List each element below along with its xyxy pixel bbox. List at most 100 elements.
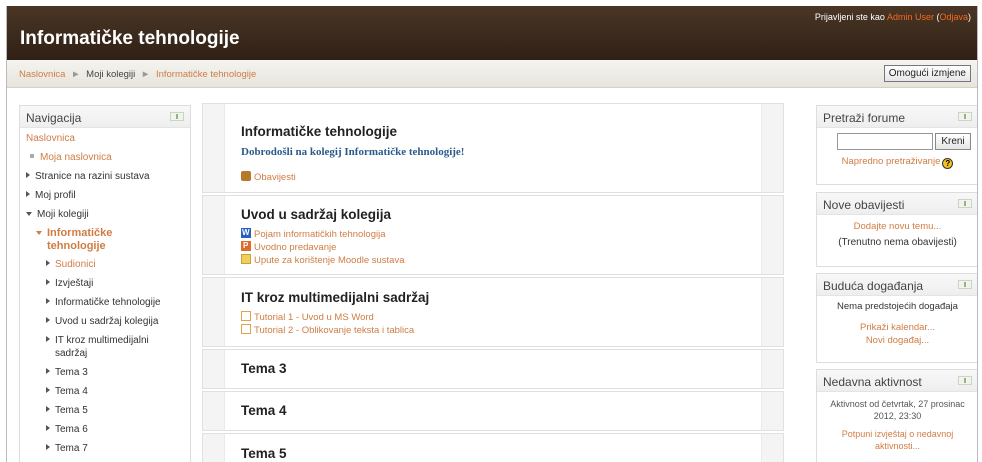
- forum-icon: [241, 171, 251, 181]
- search-forums-title: Pretraži forume: [823, 111, 906, 125]
- nav-item-my-profile[interactable]: Moj profil: [26, 189, 188, 202]
- advanced-search-link[interactable]: Napredno pretraživanje?: [817, 156, 977, 169]
- nav-item-section-5[interactable]: Tema 5: [26, 404, 188, 417]
- recent-activity-header: Nedavna aktivnost: [817, 370, 977, 392]
- upcoming-events-header: Buduća događanja: [817, 274, 977, 296]
- section-title: IT kroz multimedijalni sadržaj: [241, 290, 430, 305]
- section-title: Tema 4: [241, 403, 287, 418]
- section-left-side: [203, 392, 225, 430]
- section-right-side: [761, 196, 783, 274]
- navigation-tree: Naslovnica Moja naslovnica Stranice na r…: [26, 132, 188, 461]
- add-news-topic-link[interactable]: Dodajte novu temu...: [817, 221, 977, 233]
- section-left-side: [203, 350, 225, 388]
- activity-link[interactable]: Tutorial 1 - Uvod u MS Word: [241, 311, 374, 323]
- breadcrumb-course[interactable]: Informatičke tehnologije: [156, 69, 256, 80]
- section-title: Tema 3: [241, 361, 287, 376]
- collapsed-arrow-icon: [46, 317, 50, 323]
- nav-item-label: Moja naslovnica: [40, 152, 112, 163]
- expanded-arrow-icon: [26, 212, 32, 216]
- nav-item-section-2[interactable]: IT kroz multimedijalni sadržaj: [26, 334, 188, 360]
- collapsed-arrow-icon: [26, 172, 30, 178]
- search-go-button[interactable]: Kreni: [935, 133, 971, 150]
- nav-item-section-1[interactable]: Uvod u sadržaj kolegija: [26, 315, 188, 328]
- forum-search-input[interactable]: [837, 133, 933, 150]
- section-right-side: [761, 350, 783, 388]
- news-block: Nove obavijesti Dodajte novu temu... (Tr…: [816, 192, 977, 267]
- navbar: Naslovnica ► Moji kolegiji ► Informatičk…: [7, 60, 977, 88]
- block-dock-icon[interactable]: [958, 280, 972, 289]
- advanced-search-label: Napredno pretraživanje: [841, 156, 941, 167]
- recent-activity-title: Nedavna aktivnost: [823, 375, 922, 389]
- folder-icon: [241, 254, 251, 264]
- activity-link[interactable]: Uvodno predavanje: [241, 240, 336, 253]
- course-section-0: Informatičke tehnologije Dobrodošli na k…: [202, 103, 784, 193]
- nav-item-label: Sudionici: [55, 259, 96, 270]
- show-calendar-link[interactable]: Prikaži kalendar...: [817, 322, 977, 334]
- login-paren-close: ): [968, 12, 971, 22]
- nav-item-current-course[interactable]: Informatičke tehnologije: [26, 227, 188, 253]
- nav-item-home[interactable]: Naslovnica: [26, 132, 188, 145]
- news-block-header: Nove obavijesti: [817, 193, 977, 215]
- nav-item-section-7[interactable]: Tema 7: [26, 442, 188, 455]
- new-event-link[interactable]: Novi događaj...: [817, 335, 977, 347]
- nav-item-section-6[interactable]: Tema 6: [26, 423, 188, 436]
- logout-link[interactable]: Odjava: [939, 12, 968, 22]
- block-dock-icon[interactable]: [170, 112, 184, 121]
- course-section-4: Tema 4: [202, 391, 784, 431]
- course-section-5: Tema 5: [202, 433, 784, 462]
- course-section-2: IT kroz multimedijalni sadržaj Tutorial …: [202, 277, 784, 347]
- activity-label: Upute za korištenje Moodle sustava: [254, 255, 405, 266]
- nav-item-label: Tema 4: [55, 386, 88, 397]
- nav-item-section-0[interactable]: Informatičke tehnologije: [26, 296, 188, 309]
- turn-editing-on-button[interactable]: Omogući izmjene: [883, 65, 971, 82]
- activity-since-date: 2012, 23:30: [873, 411, 922, 421]
- news-block-title: Nove obavijesti: [823, 198, 905, 212]
- section-left-side: [203, 104, 225, 192]
- nav-item-section-4[interactable]: Tema 4: [26, 385, 188, 398]
- activity-link[interactable]: Obavijesti: [241, 171, 296, 183]
- activity-label: Obavijesti: [254, 172, 296, 183]
- breadcrumb-separator: ►: [140, 69, 151, 80]
- section-title: Informatičke tehnologije: [241, 124, 398, 139]
- section-right-side: [761, 392, 783, 430]
- no-events-text: Nema predstojećih događaja: [837, 301, 958, 312]
- section-left-side: [203, 434, 225, 462]
- activity-link[interactable]: Tutorial 2 - Oblikovanje teksta i tablic…: [241, 324, 414, 336]
- activity-label: Tutorial 2 - Oblikovanje teksta i tablic…: [254, 325, 415, 336]
- full-report-link[interactable]: Potpuni izvještaj o nedavnoj: [817, 428, 977, 440]
- login-prefix: Prijavljeni ste kao: [814, 12, 885, 22]
- search-forums-header: Pretraži forume: [817, 106, 977, 128]
- site-title[interactable]: Informatičke tehnologije: [20, 28, 240, 50]
- collapsed-arrow-icon: [46, 336, 50, 342]
- user-link[interactable]: Admin User: [887, 12, 934, 22]
- collapsed-arrow-icon: [46, 406, 50, 412]
- collapsed-arrow-icon: [46, 279, 50, 285]
- navigation-block-title: Navigacija: [26, 111, 82, 125]
- login-info: Prijavljeni ste kao Admin User (Odjava): [815, 12, 971, 22]
- collapsed-arrow-icon: [46, 444, 50, 450]
- breadcrumb-home[interactable]: Naslovnica: [19, 69, 65, 80]
- block-dock-icon[interactable]: [958, 199, 972, 208]
- help-icon[interactable]: ?: [942, 158, 954, 169]
- nav-item-label: Moji kolegiji: [37, 209, 89, 220]
- nav-item-reports[interactable]: Izvještaji: [26, 277, 188, 290]
- collapsed-arrow-icon: [46, 298, 50, 304]
- no-news-text: (Trenutno nema obavijesti): [838, 237, 957, 248]
- activity-link[interactable]: Upute za korištenje Moodle sustava: [241, 254, 405, 266]
- nav-item-site-pages[interactable]: Stranice na razini sustava: [26, 170, 188, 183]
- nav-item-section-3[interactable]: Tema 3: [26, 366, 188, 379]
- navigation-block: Navigacija Naslovnica Moja naslovnica St…: [19, 105, 191, 462]
- nav-item-label: Naslovnica: [26, 133, 75, 144]
- breadcrumb: Naslovnica ► Moji kolegiji ► Informatičk…: [19, 69, 256, 80]
- block-dock-icon[interactable]: [958, 112, 972, 121]
- section-left-side: [203, 196, 225, 274]
- section-title: Tema 5: [241, 446, 287, 461]
- full-report-link-cont[interactable]: aktivnosti...: [817, 440, 977, 452]
- section-right-side: [761, 104, 783, 192]
- nav-item-my-home[interactable]: Moja naslovnica: [26, 151, 188, 164]
- activity-link[interactable]: Pojam informatičkih tehnologija: [241, 227, 385, 240]
- nav-item-participants[interactable]: Sudionici: [26, 258, 188, 271]
- breadcrumb-my-courses[interactable]: Moji kolegiji: [86, 69, 135, 80]
- nav-item-my-courses[interactable]: Moji kolegiji: [26, 208, 188, 221]
- block-dock-icon[interactable]: [958, 376, 972, 385]
